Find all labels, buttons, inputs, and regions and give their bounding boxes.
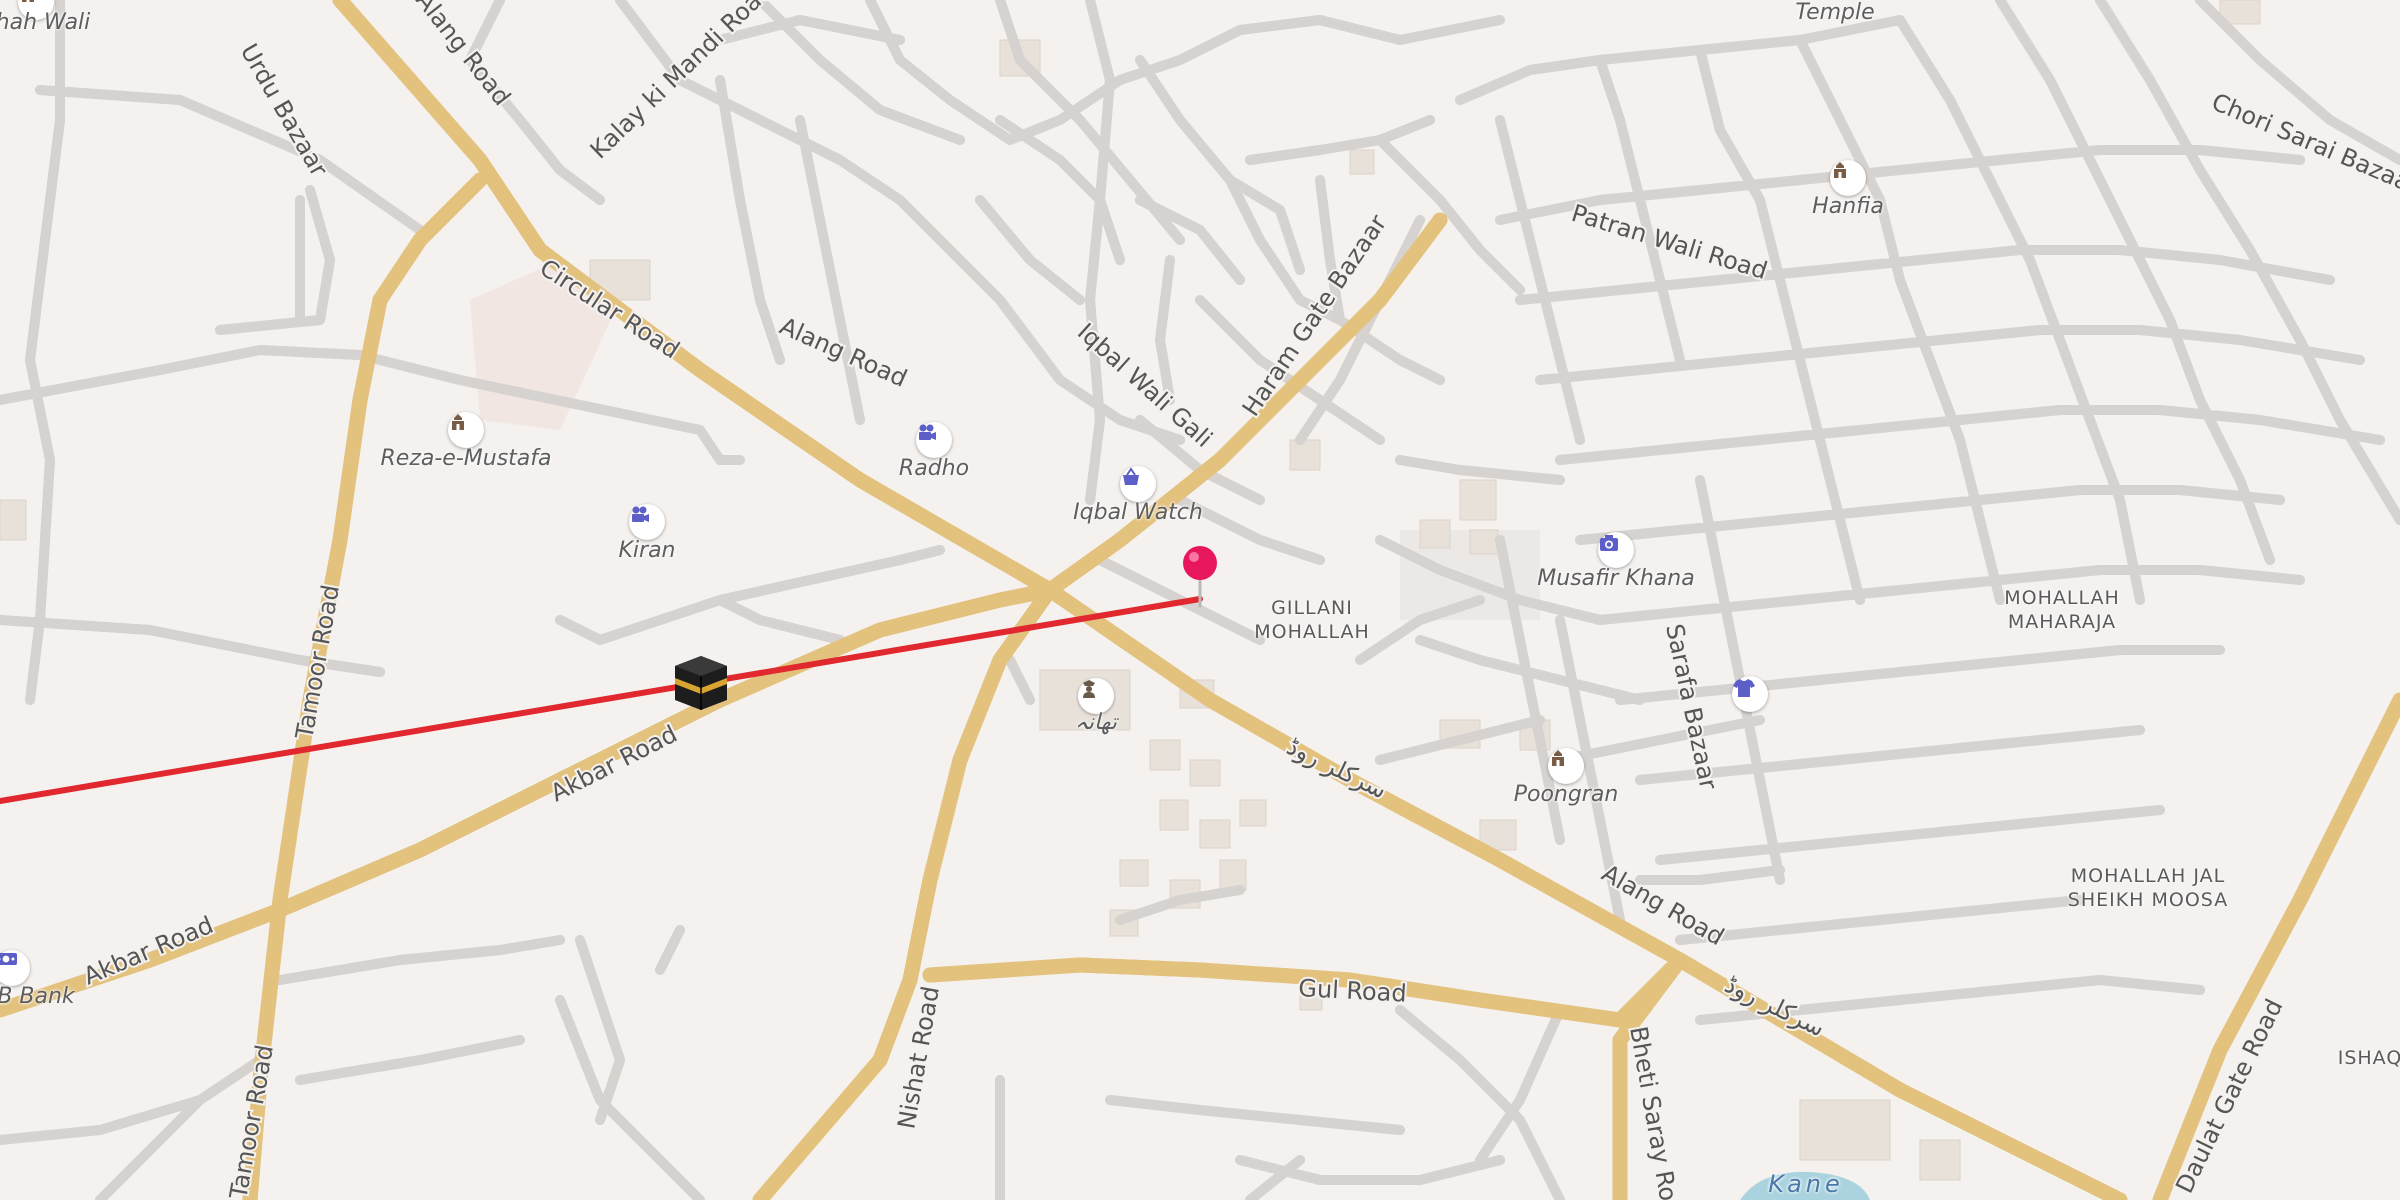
shopping-basket-icon[interactable] bbox=[1120, 466, 1156, 502]
road-label-kalay-ki-mandi: Kalay ki Mandi Road bbox=[585, 0, 778, 164]
poi-label-temple: Temple bbox=[1795, 0, 1875, 25]
mosque-icon[interactable] bbox=[1830, 160, 1866, 196]
poi-label-kiran: Kiran bbox=[618, 538, 676, 563]
cinema-icon[interactable] bbox=[629, 504, 665, 540]
area-label-ishaq: ISHAQ bbox=[2337, 1047, 2400, 1069]
poi-label-poongran: Poongran bbox=[1513, 782, 1619, 807]
water-label-kane: Kane bbox=[1768, 1170, 1844, 1198]
mosque-icon[interactable] bbox=[448, 412, 484, 448]
poi-label-shah-wali: Shah Wali bbox=[0, 10, 91, 35]
map-canvas[interactable]: Alang Road Kalay ki Mandi Road Urdu Baza… bbox=[0, 0, 2400, 1200]
road-label-sarafa-bazaar: Sarafa Bazaar bbox=[1660, 621, 1722, 792]
area-label-mohallah-maharaja: MOHALLAH MAHARAJA bbox=[2004, 587, 2120, 633]
road-label-patran-wali: Patran Wali Road bbox=[1568, 199, 1770, 285]
cinema-icon[interactable] bbox=[916, 422, 952, 458]
poi-label-thana: تھانہ bbox=[1075, 710, 1117, 735]
poi-label-reza-e-mustafa: Reza-e-Mustafa bbox=[380, 446, 552, 471]
poi-label-hanfia: Hanfia bbox=[1812, 194, 1884, 219]
road-label-tamoor-2: Tamoor Road bbox=[224, 1043, 279, 1200]
camera-icon[interactable] bbox=[1598, 532, 1634, 568]
poi-label-radho: Radho bbox=[898, 456, 970, 481]
road-label-bheti-saray: Bheti Saray Road bbox=[1624, 1024, 1687, 1200]
mosque-icon[interactable] bbox=[1548, 748, 1584, 784]
road-label-akbar-1: Akbar Road bbox=[546, 720, 682, 808]
police-icon[interactable] bbox=[1078, 678, 1114, 714]
road-label-gul: Gul Road bbox=[1298, 974, 1408, 1008]
area-label-mohallah-jal-sheikh-moosa: MOHALLAH JAL SHEIKH MOOSA bbox=[2067, 865, 2229, 911]
poi-label-bank: B Bank bbox=[0, 984, 75, 1009]
road-label-circular-urdu-1: سرکلر روڈ bbox=[1282, 732, 1391, 804]
road-label-urdu-bazaar: Urdu Bazaar bbox=[235, 39, 333, 181]
poi-label-musafir-khana: Musafir Khana bbox=[1537, 566, 1695, 591]
area-label-gillani-mohallah: GILLANI MOHALLAH bbox=[1254, 597, 1370, 643]
poi-label-iqbal-watch: Iqbal Watch bbox=[1073, 500, 1203, 525]
road-label-akbar-2: Akbar Road bbox=[79, 911, 217, 991]
shirt-icon[interactable] bbox=[1732, 676, 1768, 712]
